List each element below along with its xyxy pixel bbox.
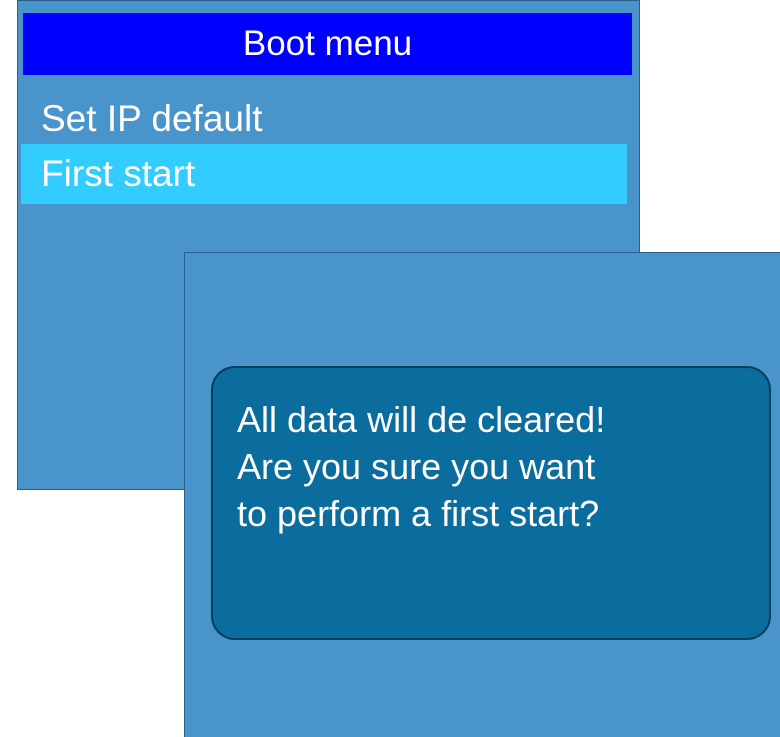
confirm-dialog-window: All data will de cleared! Are you sure y… [184,252,780,737]
menu-item-first-start[interactable]: First start [21,144,627,204]
boot-menu-title: Boot menu [23,13,632,75]
menu-item-set-ip-default[interactable]: Set IP default [21,89,627,149]
message-line-2: Are you sure you want [237,446,596,487]
message-line-3: to perform a first start? [237,493,600,534]
message-line-1: All data will de cleared! [237,399,606,440]
confirm-message-box: All data will de cleared! Are you sure y… [211,366,771,640]
